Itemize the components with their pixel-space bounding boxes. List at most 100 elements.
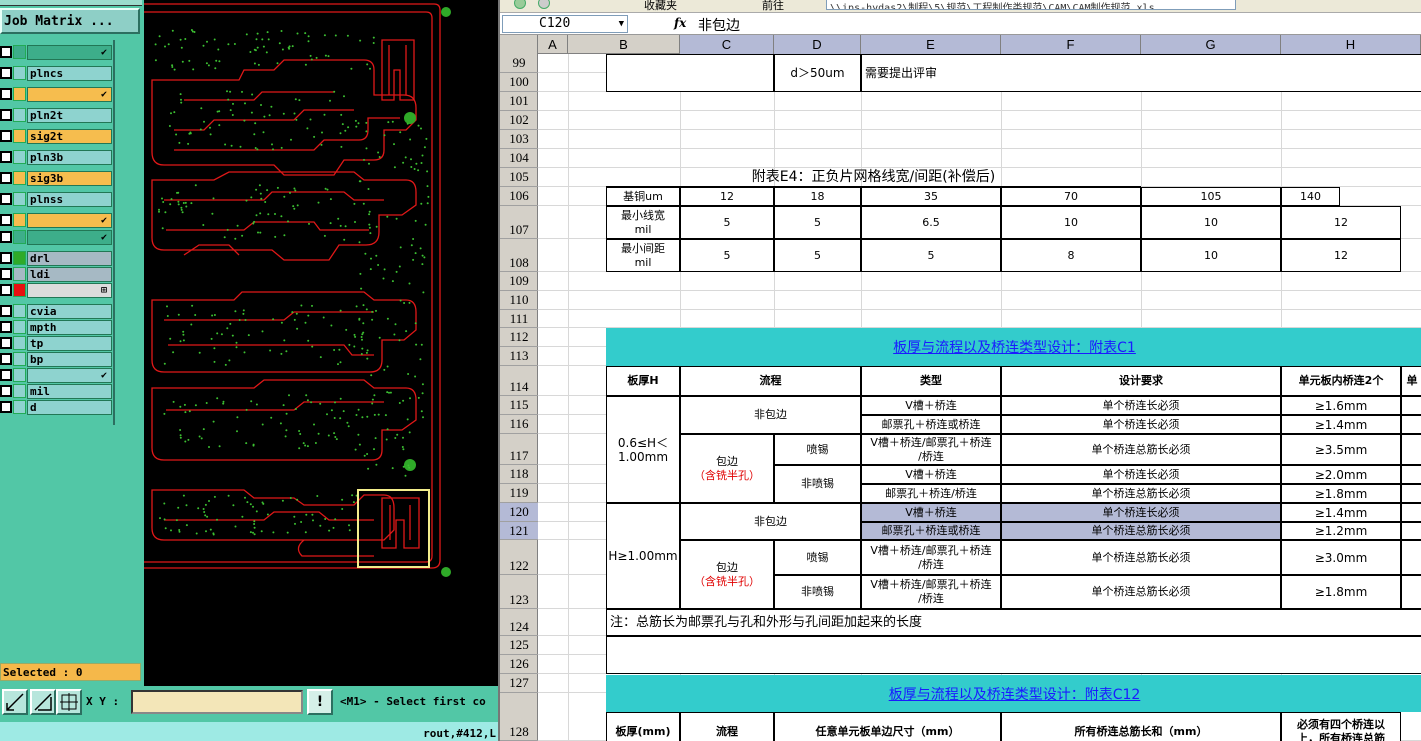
table-e4-row-label-spacing[interactable]: 最小间距 mil: [606, 239, 680, 272]
c1-header-more[interactable]: 单: [1401, 366, 1421, 396]
layer-name[interactable]: pln2t: [27, 108, 112, 123]
layer-checkbox[interactable]: [0, 401, 12, 413]
layer-color-swatch[interactable]: [13, 171, 26, 185]
layer-name[interactable]: ✔: [27, 87, 112, 102]
row-header-109[interactable]: 109: [500, 272, 538, 291]
table-e4-width-value[interactable]: 6.5: [861, 206, 1001, 239]
go-menu[interactable]: 前往: [762, 0, 784, 12]
favorites-menu[interactable]: 收藏夹: [644, 0, 677, 12]
row-header-103[interactable]: 103: [500, 130, 538, 149]
column-header-b[interactable]: B: [568, 35, 680, 54]
c12-header-flow[interactable]: 流程: [680, 712, 774, 741]
c1-header-thickness[interactable]: 板厚H: [606, 366, 680, 396]
column-header-c[interactable]: C: [680, 35, 774, 54]
layer-name[interactable]: ✔: [27, 45, 112, 60]
layer-name[interactable]: ✔: [27, 368, 112, 383]
c1-spray-group2[interactable]: 喷锡: [774, 540, 861, 575]
layer-color-swatch[interactable]: [13, 336, 26, 350]
row-header-125[interactable]: 125: [500, 636, 538, 655]
layer-color-swatch[interactable]: [13, 352, 26, 366]
layer-row-plnss[interactable]: plnss: [0, 191, 113, 207]
c1-req-115[interactable]: 单个桥连长必须: [1001, 396, 1281, 415]
table-e4-width-value[interactable]: 5: [774, 206, 861, 239]
layer-name[interactable]: tp: [27, 336, 112, 351]
layer-checkbox[interactable]: [0, 353, 12, 365]
column-header-f[interactable]: F: [1001, 35, 1141, 54]
layer-color-swatch[interactable]: [13, 283, 26, 297]
table-e4-header-value[interactable]: 18: [774, 187, 861, 206]
layer-row-bs[interactable]: ✔: [0, 229, 113, 245]
c1-extra-cell[interactable]: [1401, 522, 1421, 540]
cell-b99-100[interactable]: [606, 54, 774, 92]
row-header-121[interactable]: 121: [500, 522, 538, 540]
row-header-119[interactable]: 119: [500, 484, 538, 503]
c1-type-122[interactable]: V槽＋桥连/邮票孔＋桥连/桥连: [861, 540, 1001, 575]
table-e4-spacing-value[interactable]: 5: [861, 239, 1001, 272]
layer-checkbox[interactable]: [0, 268, 12, 280]
layer-checkbox[interactable]: [0, 193, 12, 205]
table-e4-header-value[interactable]: 12: [680, 187, 774, 206]
table-e4-width-value[interactable]: 12: [1281, 206, 1401, 239]
row-header-115[interactable]: 115: [500, 396, 538, 415]
c1-val-117[interactable]: ≥3.5mm: [1281, 434, 1401, 465]
row-header-106[interactable]: 106: [500, 187, 538, 206]
row-header-102[interactable]: 102: [500, 111, 538, 130]
c1-extra-cell[interactable]: [1401, 396, 1421, 415]
address-field[interactable]: \\ips-hydas2\制程\5\规范\工程制作类规范\CAM\CAM制作规范…: [826, 0, 1236, 10]
cell-d100[interactable]: d＞50um: [774, 54, 861, 92]
table-e4-width-value[interactable]: 5: [680, 206, 774, 239]
table-e4-header-value[interactable]: 140: [1281, 187, 1340, 206]
c1-wrap-group2[interactable]: 包边 （含铣半孔）: [680, 540, 774, 609]
c12-header-total-length[interactable]: 所有桥连总筋长和（mm）: [1001, 712, 1281, 741]
c1-req-119[interactable]: 单个桥连总筋长必须: [1001, 484, 1281, 503]
row-header-118[interactable]: 118: [500, 465, 538, 484]
c1-extra-cell[interactable]: [1401, 540, 1421, 575]
layer-color-swatch[interactable]: [13, 384, 26, 398]
table-c1-banner[interactable]: 板厚与流程以及桥连类型设计：附表C1: [606, 328, 1421, 366]
c1-val-115[interactable]: ≥1.6mm: [1281, 396, 1401, 415]
layer-checkbox[interactable]: [0, 337, 12, 349]
c1-type-117[interactable]: V槽＋桥连/邮票孔＋桥连/桥连: [861, 434, 1001, 465]
c1-req-121[interactable]: 单个桥连总筋长必须: [1001, 522, 1281, 540]
layer-name[interactable]: ldi: [27, 267, 112, 282]
sheet-grid[interactable]: d＞50um 需要提出评审 附表E4：正负片网格线宽/间距(补偿后) 板厚与流程…: [538, 54, 1421, 741]
layer-name[interactable]: ✔: [27, 230, 112, 245]
c1-type-123[interactable]: V槽＋桥连/邮票孔＋桥连/桥连: [861, 575, 1001, 609]
layer-name[interactable]: sig3b: [27, 171, 112, 186]
c12-header-four-bridges[interactable]: 必须有四个桥连以 上，所有桥连总筋: [1281, 712, 1401, 741]
fx-icon[interactable]: fx: [674, 16, 686, 30]
layer-row-ldi[interactable]: ldi: [0, 266, 113, 282]
layer-row-bp[interactable]: bp: [0, 351, 113, 367]
layer-row-plncs[interactable]: plncs: [0, 65, 113, 81]
layer-row-pln3b[interactable]: pln3b: [0, 149, 113, 165]
table-e4-width-value[interactable]: 10: [1001, 206, 1141, 239]
c1-val-123[interactable]: ≥1.8mm: [1281, 575, 1401, 609]
grid-icon[interactable]: [56, 689, 82, 715]
layer-name[interactable]: drl: [27, 251, 112, 266]
c1-val-118[interactable]: ≥2.0mm: [1281, 465, 1401, 484]
formula-input[interactable]: 非包边: [698, 15, 740, 35]
row-header-112[interactable]: 112: [500, 328, 538, 347]
board-graphics-view[interactable]: [144, 0, 498, 686]
xy-input[interactable]: [131, 690, 303, 714]
layer-checkbox[interactable]: [0, 231, 12, 243]
layer-checkbox[interactable]: [0, 67, 12, 79]
table-c12-banner[interactable]: 板厚与流程以及桥连类型设计：附表C12: [606, 675, 1421, 712]
layer-name[interactable]: mpth: [27, 320, 112, 335]
layer-row-cs[interactable]: ✔: [0, 86, 113, 102]
layer-name[interactable]: ✔: [27, 213, 112, 228]
layer-color-swatch[interactable]: [13, 230, 26, 244]
row-header-122[interactable]: 122: [500, 540, 538, 575]
c1-req-118[interactable]: 单个桥连长必须: [1001, 465, 1281, 484]
layer-color-swatch[interactable]: [13, 108, 26, 122]
table-e4-header[interactable]: 基铜um: [606, 187, 680, 206]
layer-row-d[interactable]: d: [0, 399, 113, 415]
layer-name[interactable]: cvia: [27, 304, 112, 319]
row-header-128[interactable]: 128: [500, 693, 538, 741]
column-header-a[interactable]: A: [538, 35, 568, 54]
layer-checkbox[interactable]: [0, 130, 12, 142]
layer-row-cvia[interactable]: cvia: [0, 303, 113, 319]
table-e4-spacing-value[interactable]: 5: [680, 239, 774, 272]
layer-row-sig3b[interactable]: sig3b: [0, 170, 113, 186]
c1-nospray-group2[interactable]: 非喷锡: [774, 575, 861, 609]
